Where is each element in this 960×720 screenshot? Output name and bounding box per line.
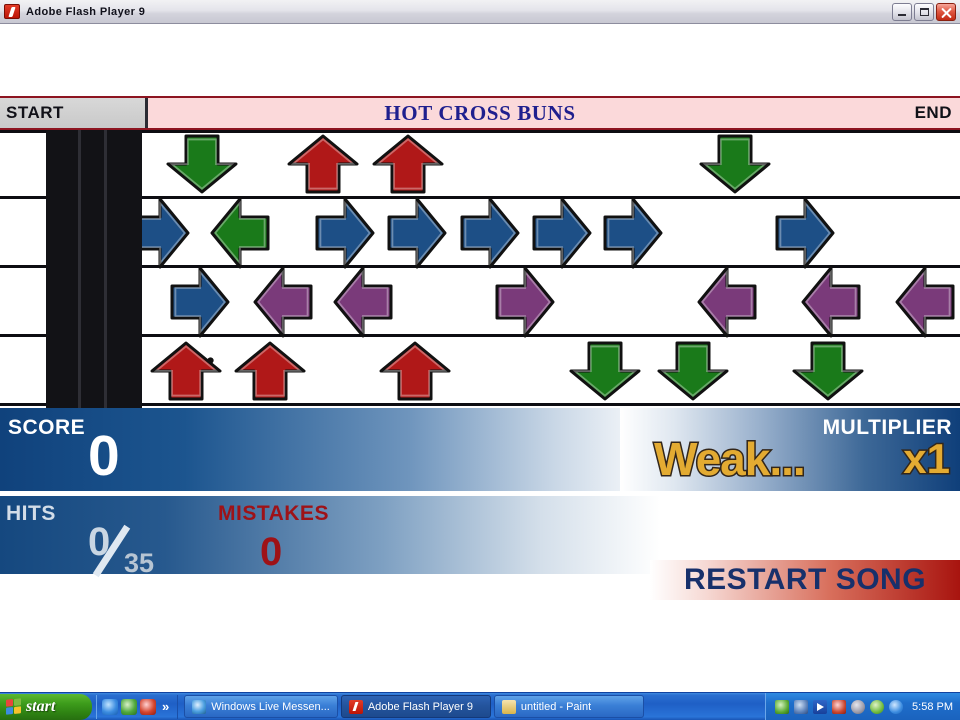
game-hud: SCORE 0 HITS 0 35 MISTAKES 0 MULTIPLIER … <box>0 408 960 607</box>
hits-value: 0 <box>88 520 111 564</box>
mistakes-label: MISTAKES <box>218 502 329 525</box>
messenger-icon <box>192 699 207 714</box>
note-arrow-right <box>603 197 663 269</box>
user-icon[interactable] <box>870 699 885 714</box>
note-arrow-up <box>379 341 451 401</box>
mistakes-value: 0 <box>260 530 283 574</box>
volume-icon[interactable] <box>775 699 790 714</box>
task-list: Windows Live Messen... Adobe Flash Playe… <box>184 695 644 718</box>
note-arrow-down <box>166 134 238 194</box>
note-arrow-left <box>333 266 393 338</box>
note-arrow-up <box>287 134 359 194</box>
task-label: Windows Live Messen... <box>211 700 330 713</box>
note-arrow-right <box>315 197 375 269</box>
note-arrow-right <box>532 197 592 269</box>
hits-label: HITS <box>6 502 56 525</box>
score-label: SCORE <box>8 416 86 439</box>
note-arrow-right <box>387 197 447 269</box>
close-button[interactable] <box>936 2 956 21</box>
note-arrow-left <box>895 266 955 338</box>
restart-song-label: RESTART SONG <box>683 563 927 596</box>
windows-logo-icon <box>6 698 21 715</box>
note-arrow-left <box>801 266 861 338</box>
window-titlebar: Adobe Flash Player 9 <box>0 0 960 24</box>
internet-explorer-icon[interactable] <box>102 698 118 715</box>
start-button[interactable]: start <box>0 693 92 720</box>
window-title: Adobe Flash Player 9 <box>26 5 146 18</box>
stage-blank-area <box>0 25 960 96</box>
note-arrow-right <box>130 197 190 269</box>
antivirus-icon[interactable] <box>832 699 847 714</box>
paint-icon <box>501 699 516 714</box>
song-progress-bar: START HOT CROSS BUNS END <box>0 96 960 130</box>
network-icon[interactable] <box>794 699 809 714</box>
media-icon[interactable] <box>813 699 828 714</box>
note-lane-1 <box>0 130 960 199</box>
note-arrow-down <box>792 341 864 401</box>
flash-stage[interactable]: START HOT CROSS BUNS END SCORE 0 HITS 0 … <box>0 25 960 692</box>
windows-taskbar: start » Windows Live Messen... Adobe Fla… <box>0 692 960 720</box>
shield-icon[interactable] <box>851 699 866 714</box>
note-arrow-left <box>253 266 313 338</box>
taskbar-clock: 5:58 PM <box>912 700 953 713</box>
progress-end-label: END <box>914 103 952 122</box>
multiplier-panel: MULTIPLIER Weak... x1 <box>620 408 960 491</box>
quick-launch-bar: » <box>96 694 179 719</box>
multiplier-value: x1 <box>902 435 952 482</box>
restore-icon <box>920 7 929 16</box>
restart-song-button[interactable]: RESTART SONG <box>650 560 960 600</box>
note-arrow-left <box>210 197 270 269</box>
restore-button[interactable] <box>914 2 934 21</box>
note-arrow-right <box>460 197 520 269</box>
task-button[interactable]: Adobe Flash Player 9 <box>340 695 491 718</box>
score-value: 0 <box>88 424 120 488</box>
flash-icon <box>4 4 20 19</box>
score-panel: SCORE 0 <box>0 408 660 491</box>
note-arrow-up <box>234 341 306 401</box>
note-arrow-down <box>657 341 729 401</box>
note-field <box>0 130 960 408</box>
task-label: Adobe Flash Player 9 <box>367 700 474 713</box>
media-player-icon[interactable] <box>140 698 156 715</box>
mouse-cursor <box>207 357 214 364</box>
hits-panel: HITS 0 35 MISTAKES 0 <box>0 496 660 578</box>
note-arrow-right <box>775 197 835 269</box>
info-icon[interactable] <box>889 699 904 714</box>
note-arrow-down <box>699 134 771 194</box>
task-label: untitled - Paint <box>520 700 592 713</box>
note-arrow-up <box>372 134 444 194</box>
task-button[interactable]: untitled - Paint <box>493 695 644 718</box>
task-button[interactable]: Windows Live Messen... <box>184 695 338 718</box>
start-button-label: start <box>26 697 56 715</box>
quick-launch-more-icon[interactable]: » <box>159 699 172 714</box>
system-tray: 5:58 PM <box>765 692 960 720</box>
note-arrow-up <box>150 341 222 401</box>
note-arrow-left <box>697 266 757 338</box>
browser-icon[interactable] <box>121 698 137 715</box>
note-arrow-right <box>170 266 230 338</box>
minimize-icon <box>898 13 906 16</box>
note-arrow-right <box>495 266 555 338</box>
minimize-button[interactable] <box>892 2 912 21</box>
hits-total: 35 <box>124 548 155 578</box>
flash-icon <box>348 699 363 714</box>
window-controls <box>892 2 960 21</box>
flash-player-window: Adobe Flash Player 9 START HOT CROSS BUN… <box>0 0 960 720</box>
note-arrow-down <box>569 341 641 401</box>
song-title: HOT CROSS BUNS <box>384 100 576 125</box>
multiplier-rank: Weak... <box>653 433 808 485</box>
